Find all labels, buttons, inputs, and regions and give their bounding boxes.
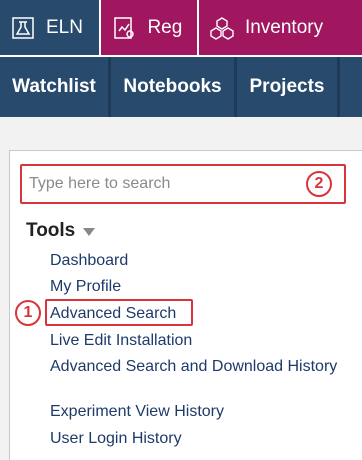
flask-icon [10, 15, 36, 41]
annotation-badge-2: 2 [306, 171, 332, 197]
search-input[interactable] [29, 171, 289, 197]
tool-link-experiment-view-history[interactable]: Experiment View History [50, 402, 224, 421]
annotation-badge-1: 1 [15, 300, 41, 326]
module-tab-inventory[interactable]: Inventory [198, 0, 362, 55]
secondary-nav: Watchlist Notebooks Projects [0, 57, 362, 117]
tool-link-user-login-history[interactable]: User Login History [50, 429, 182, 448]
module-tabs: ELN Reg Inventory [0, 0, 362, 55]
registration-icon [111, 15, 137, 41]
tools-heading-label: Tools [26, 220, 76, 241]
nav-item-watchlist[interactable]: Watchlist [0, 57, 108, 117]
tool-link-live-edit-installation[interactable]: Live Edit Installation [50, 331, 192, 350]
module-tab-label: Inventory [244, 16, 324, 38]
search-box [20, 164, 346, 204]
nav-item-notebooks[interactable]: Notebooks [111, 57, 234, 117]
module-tab-reg[interactable]: Reg [101, 0, 197, 55]
module-tab-label: ELN [46, 16, 83, 38]
tools-heading[interactable]: Tools [26, 220, 96, 242]
module-tab-label: Reg [147, 16, 183, 38]
tool-link-advanced-search-download-history[interactable]: Advanced Search and Download History [50, 358, 340, 375]
tool-link-my-profile[interactable]: My Profile [50, 277, 121, 296]
boxes-icon [209, 15, 235, 41]
tool-link-dashboard[interactable]: Dashboard [50, 251, 128, 270]
nav-item-overflow[interactable] [340, 57, 362, 117]
tool-link-advanced-search[interactable]: Advanced Search [50, 304, 176, 323]
nav-item-projects[interactable]: Projects [237, 57, 337, 117]
caret-down-icon [83, 228, 96, 236]
module-tab-eln[interactable]: ELN [0, 0, 100, 55]
